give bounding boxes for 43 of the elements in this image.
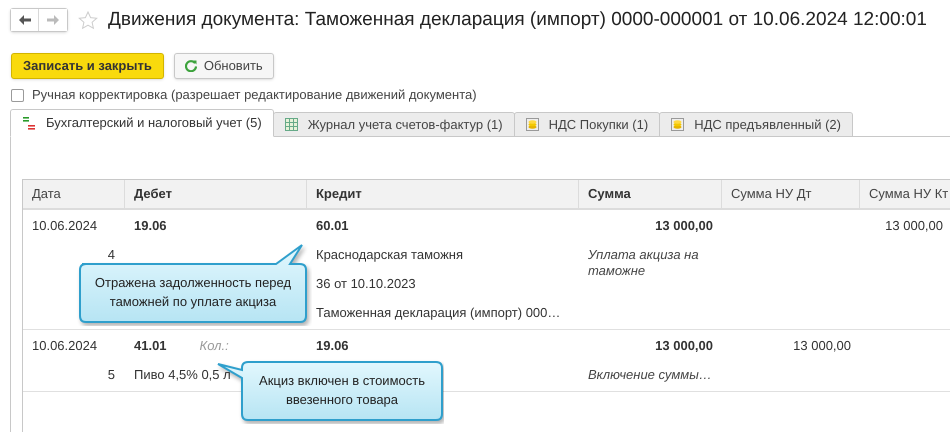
cell-text: Таможенная декларация (импорт) 000…: [316, 305, 560, 321]
column-header[interactable]: Кредит: [307, 180, 579, 208]
save-and-close-button[interactable]: Записать и закрыть: [11, 53, 164, 79]
refresh-icon: [184, 60, 197, 72]
cell-text: 19.06: [316, 338, 349, 354]
cell-text: 13 000,00: [655, 338, 713, 354]
left-arrow-icon: [18, 15, 30, 25]
cell-text: 5: [108, 367, 116, 383]
column-header[interactable]: Сумма: [579, 180, 722, 208]
cell-text: 60.01: [316, 218, 349, 234]
cell-text: Кол.:: [200, 338, 229, 354]
column-header[interactable]: Дата: [23, 180, 125, 208]
tab[interactable]: Журнал учета счетов-фактур (1): [272, 112, 515, 137]
cell-text: 41.01: [134, 338, 167, 354]
tab[interactable]: Бухгалтерский и налоговый учет (5): [10, 109, 274, 137]
column-header[interactable]: Дебет: [125, 180, 307, 208]
column-header[interactable]: Сумма НУ Дт: [722, 180, 860, 208]
back-button[interactable]: [11, 9, 39, 31]
cell-text: 13 000,00: [793, 338, 851, 354]
cell-text: 10.06.2024: [32, 218, 98, 234]
cell-text: Пиво 4,5% 0,5 л: [134, 367, 231, 383]
cell-text: 13 000,00: [655, 218, 713, 234]
cell-text: Включение суммы…: [588, 367, 712, 383]
cell-text: Уплата акциза на таможне: [588, 247, 700, 279]
cell-text: 10.06.2024: [32, 338, 98, 354]
tab[interactable]: НДС предъявленный (2): [659, 112, 853, 137]
refresh-button[interactable]: Обновить: [174, 53, 274, 79]
checkbox-label: Ручная корректировка (разрешает редактирование движений документа): [32, 86, 477, 104]
cell-text: 19.06: [134, 218, 167, 234]
table-icon: [284, 118, 298, 131]
manual-edit-checkbox[interactable]: [11, 88, 24, 102]
right-arrow-icon: [47, 15, 59, 25]
column-header[interactable]: Сумма НУ Кт: [860, 180, 950, 208]
coins-icon: [671, 118, 684, 131]
cell-text: 36 от 10.10.2023: [316, 276, 416, 292]
cell-text: 13 000,00: [885, 218, 943, 234]
debit-credit-icon: [22, 116, 36, 130]
cell-text: Краснодарская таможня: [316, 247, 464, 263]
coins-icon: [526, 118, 539, 131]
favorite-star-button[interactable]: [78, 10, 98, 30]
tab[interactable]: НДС Покупки (1): [514, 112, 660, 137]
window-title: Движения документа: Таможенная декларация (импорт) 0000-000001 от 10.06.2024 12:00:01: [108, 8, 927, 32]
cell-text: 4: [108, 247, 116, 263]
